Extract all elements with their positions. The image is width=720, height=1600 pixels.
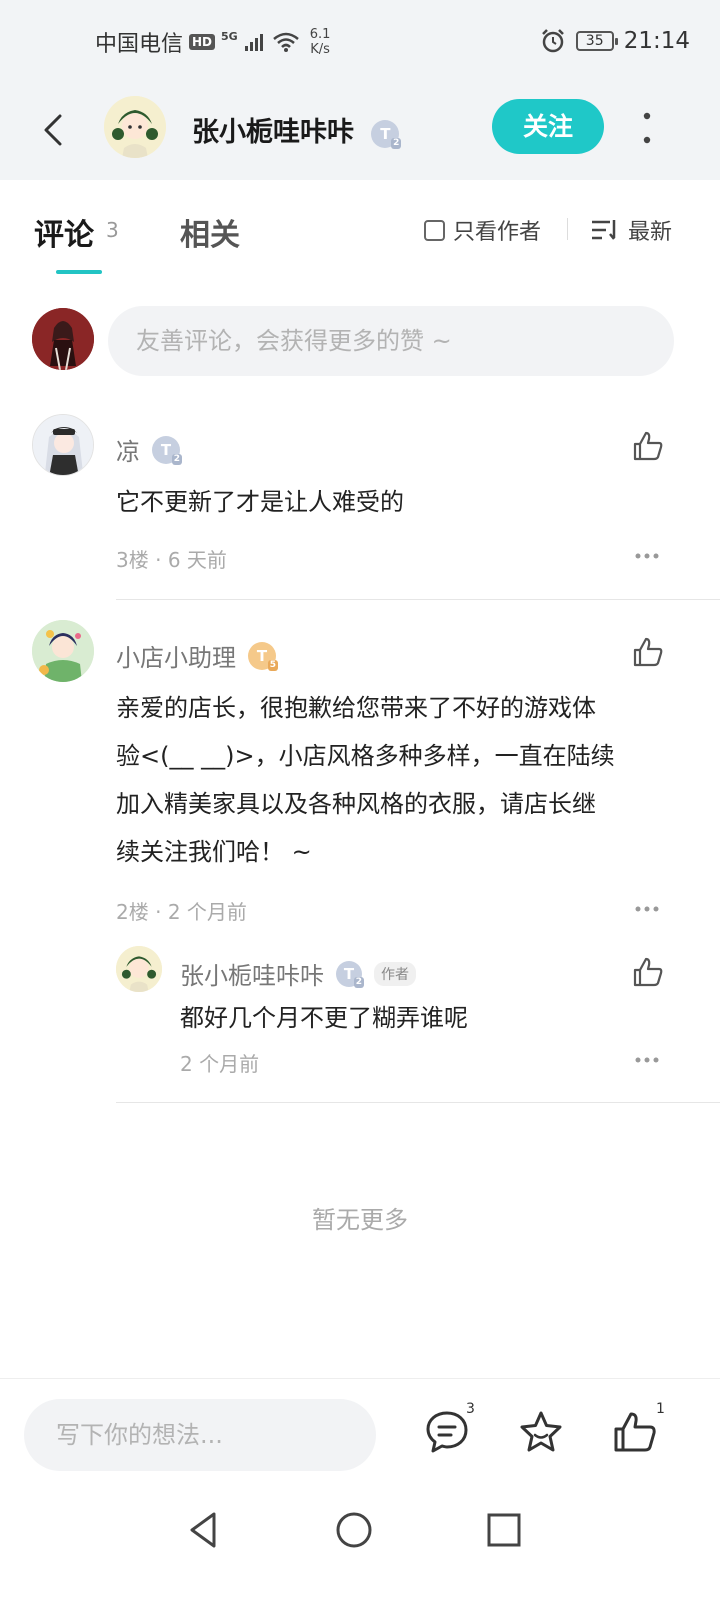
more-vertical-icon[interactable] <box>640 108 654 148</box>
user-avatar-image <box>32 620 94 682</box>
comment-meta: 3楼 · 6 天前 <box>116 544 227 573</box>
reply-time: 2 个月前 <box>180 1052 260 1076</box>
more-icon[interactable] <box>634 1056 660 1064</box>
follow-button[interactable]: 关注 <box>492 99 604 154</box>
status-bar: 中国电信 HD 5G 6.1 K/s 35 21:14 <box>0 0 720 90</box>
comment-icon[interactable] <box>424 1409 470 1455</box>
floor-number: 3楼 <box>116 548 149 572</box>
level-badge-icon: T 5 <box>248 641 278 671</box>
floor-number: 2楼 <box>116 900 149 924</box>
battery-icon: 35 <box>575 31 618 51</box>
level-number: 5 <box>267 659 278 671</box>
tab-comments-count: 3 <box>106 218 119 242</box>
checkbox-icon[interactable] <box>424 219 445 241</box>
back-icon[interactable] <box>38 110 70 150</box>
net-speed: 6.1 K/s <box>310 27 331 57</box>
like-icon[interactable] <box>632 956 664 988</box>
alarm-icon <box>541 29 564 53</box>
my-avatar-image <box>32 308 94 370</box>
level-badge-icon: T 2 <box>336 960 364 988</box>
author-only-toggle[interactable]: 只看作者 <box>424 214 541 246</box>
author-only-label: 只看作者 <box>453 220 542 245</box>
comment-text: 亲爱的店长，很抱歉给您带来了不好的游戏体 验<(__ __)>，小店风格多种多样… <box>116 684 676 876</box>
like-icon[interactable] <box>632 430 664 462</box>
tab-comments[interactable]: 评论 <box>34 210 94 254</box>
write-comment-input[interactable]: 写下你的想法... <box>24 1399 376 1471</box>
like-icon[interactable] <box>632 636 664 668</box>
level-number: 2 <box>353 976 364 988</box>
comment-input[interactable]: 友善评论，会获得更多的赞 ~ <box>108 306 674 376</box>
level-badge-icon: T 2 <box>152 435 182 465</box>
level-letter: T <box>380 124 391 143</box>
level-letter: T <box>256 646 268 665</box>
author-name-row: 张小栀哇咔咔 T 2 <box>192 110 402 149</box>
level-number: 2 <box>391 137 402 149</box>
comment-divider <box>116 599 720 600</box>
carrier-name: 中国电信 <box>95 32 184 57</box>
username-row: 凉 T 2 <box>116 432 182 467</box>
system-nav-bar <box>0 1498 720 1600</box>
status-right: 35 21:14 <box>540 28 690 54</box>
divider <box>567 218 568 240</box>
nav-recents-icon[interactable] <box>484 1510 524 1550</box>
comment-meta: 2楼 · 2 个月前 <box>116 896 247 925</box>
level-number: 2 <box>171 453 182 465</box>
my-avatar[interactable] <box>32 308 94 370</box>
more-icon[interactable] <box>634 552 660 560</box>
comment-line: 续关注我们哈！ ~ <box>116 838 312 866</box>
user-avatar[interactable] <box>32 414 94 476</box>
tab-indicator <box>56 270 102 274</box>
nav-home-icon[interactable] <box>334 1510 374 1550</box>
level-letter: T <box>160 440 172 459</box>
more-icon[interactable] <box>634 905 660 913</box>
reply-text: 都好几个月不更了糊弄谁呢 <box>180 1004 468 1032</box>
author-avatar[interactable] <box>104 96 166 158</box>
like-icon[interactable] <box>612 1409 658 1455</box>
sort-label: 最新 <box>628 220 673 245</box>
hd-badge: HD <box>189 34 216 50</box>
username[interactable]: 凉 <box>116 432 140 467</box>
comment-line: 加入精美家具以及各种风格的衣服，请店长继 <box>116 790 596 818</box>
author-avatar-image <box>104 96 166 158</box>
network-type: 5G <box>221 29 238 43</box>
status-left: 中国电信 HD 5G 6.1 K/s <box>95 26 330 58</box>
comment-line: 验<(__ __)>，小店风格多种多样，一直在陆续 <box>116 742 615 770</box>
sort-toggle[interactable]: 最新 <box>590 214 672 246</box>
no-more-label: 暂无更多 <box>312 1206 408 1234</box>
net-speed-unit: K/s <box>310 42 330 57</box>
user-avatar-image <box>33 415 93 475</box>
comments-sheet: 评论 3 相关 只看作者 最新 友善评论，会获得更多的赞 ~ 凉 T 2 它不更… <box>0 180 720 1380</box>
username-row: 小店小助理 T 5 <box>116 638 278 673</box>
like-count: 1 <box>656 1401 665 1417</box>
top-header: 张小栀哇咔咔 T 2 关注 <box>0 90 720 180</box>
comment-divider <box>116 1102 720 1103</box>
level-badge-icon: T 2 <box>371 119 402 149</box>
comment-line: 亲爱的店长，很抱歉给您带来了不好的游戏体 <box>116 694 596 722</box>
username[interactable]: 小店小助理 <box>116 638 236 673</box>
net-speed-value: 6.1 <box>309 27 331 42</box>
comment-count: 3 <box>466 1401 475 1417</box>
signal-icon <box>244 34 263 51</box>
post-time: 6 天前 <box>167 548 227 572</box>
meta-separator: · <box>155 548 162 572</box>
tab-related[interactable]: 相关 <box>180 210 240 254</box>
nav-back-icon[interactable] <box>184 1510 224 1550</box>
author-tag: 作者 <box>374 961 416 986</box>
user-avatar[interactable] <box>32 620 94 682</box>
post-time: 2 个月前 <box>167 900 247 924</box>
meta-separator: · <box>155 900 162 924</box>
level-letter: T <box>343 964 355 983</box>
sort-icon <box>592 220 616 240</box>
reply-username-row: 张小栀哇咔咔 T 2 作者 <box>180 956 416 991</box>
clock: 21:14 <box>623 28 690 54</box>
reply-username[interactable]: 张小栀哇咔咔 <box>180 956 324 991</box>
comment-text: 它不更新了才是让人难受的 <box>116 488 404 516</box>
reply-avatar-image <box>116 946 162 992</box>
author-name: 张小栀哇咔咔 <box>192 117 354 148</box>
bottom-action-bar: 写下你的想法... 3 1 <box>0 1378 720 1498</box>
star-icon[interactable] <box>518 1409 564 1455</box>
reply-avatar[interactable] <box>116 946 162 992</box>
wifi-icon <box>272 32 299 52</box>
